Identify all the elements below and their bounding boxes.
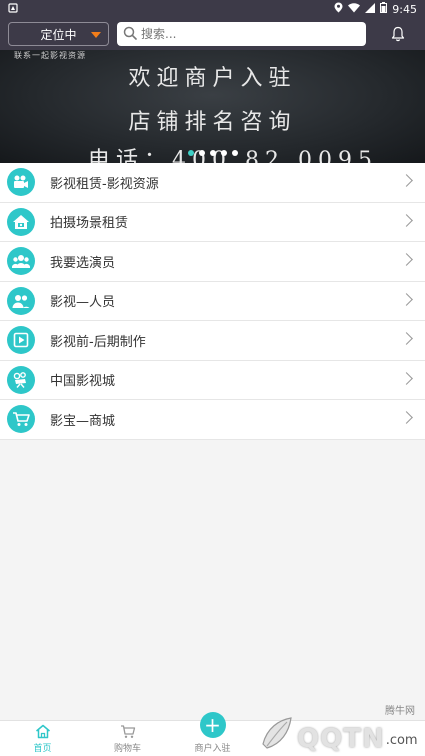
carousel-dot[interactable] [187, 150, 194, 156]
notification-icon [8, 2, 18, 16]
search-input[interactable] [141, 27, 341, 41]
video-camera-icon [7, 168, 35, 197]
banner-line-1: 欢迎商户入驻 [128, 66, 297, 91]
watermark-domain: .com [385, 733, 418, 748]
tab-merchant-join[interactable]: + 商户入驻 [170, 712, 255, 756]
leaf-logo-icon [262, 717, 292, 749]
location-label: 定位中 [40, 27, 77, 42]
watermark-small-text: 腾牛网 [385, 706, 415, 717]
list-item-label: 拍摄场景租赁 [50, 216, 129, 232]
film-city-icon [7, 365, 35, 394]
shopping-cart-icon [7, 405, 35, 434]
carousel-dot[interactable] [220, 150, 227, 156]
tab-label: 首页 [33, 744, 52, 754]
list-item-label: 影视前-后期制作 [50, 334, 146, 350]
actors-group-icon [7, 247, 35, 276]
tab-label: 购物车 [113, 744, 141, 754]
list-item-film-city[interactable]: 中国影视城 [0, 360, 425, 400]
bell-icon[interactable] [388, 24, 408, 44]
location-pin-icon [334, 2, 343, 16]
promo-banner[interactable]: 联系一起影视资源 欢迎商户入驻 店铺排名咨询 电话：400 82 0095 [0, 50, 425, 163]
chevron-right-icon [400, 213, 413, 227]
status-time: 9:45 [392, 2, 417, 16]
film-play-icon [7, 326, 35, 355]
home-icon [35, 722, 51, 740]
chevron-right-icon [400, 292, 413, 306]
status-bar: 9:45 [0, 0, 425, 18]
tab-cart[interactable]: 购物车 [85, 721, 170, 756]
cart-icon [120, 722, 136, 740]
top-header: 定位中 [0, 18, 425, 50]
chevron-right-icon [400, 332, 413, 345]
carousel-dot[interactable] [209, 150, 216, 156]
list-item-label: 影视—人员 [50, 295, 116, 311]
location-selector[interactable]: 定位中 [8, 22, 109, 46]
list-item-cast-actors[interactable]: 我要选演员 [0, 242, 425, 282]
signal-icon [365, 2, 376, 16]
tab-label: 商户入驻 [194, 744, 231, 754]
banner-line-2: 店铺排名咨询 [128, 110, 297, 135]
status-indicators: 9:45 [334, 2, 417, 16]
plus-icon: + [199, 712, 226, 738]
carousel-dot[interactable] [231, 150, 238, 156]
watermark: 腾牛网 QQTN .com [259, 702, 419, 754]
chevron-right-icon [400, 253, 413, 266]
people-icon [7, 286, 35, 315]
carousel-dot[interactable] [198, 150, 205, 156]
chevron-right-icon [400, 174, 413, 187]
chevron-right-icon [400, 411, 413, 424]
category-list: 影视租赁-影视资源 拍摄场景租赁 我要选演员 影视—人员 影视前-后期制作 中国 [0, 163, 425, 440]
scene-house-icon [7, 207, 35, 236]
carousel-dots [0, 150, 425, 156]
search-icon [123, 26, 137, 43]
list-item-label: 中国影视城 [50, 374, 116, 390]
list-item-film-rental[interactable]: 影视租赁-影视资源 [0, 163, 425, 203]
list-item-label: 我要选演员 [50, 255, 116, 271]
watermark-brand: QQTN [297, 724, 385, 754]
list-item-label: 影宝—商城 [50, 413, 116, 429]
list-item-film-staff[interactable]: 影视—人员 [0, 281, 425, 321]
tab-home[interactable]: 首页 [0, 721, 85, 756]
list-item-post-production[interactable]: 影视前-后期制作 [0, 321, 425, 361]
wifi-icon [348, 2, 361, 16]
list-item-label: 影视租赁-影视资源 [50, 176, 159, 192]
list-item-mall[interactable]: 影宝—商城 [0, 400, 425, 440]
chevron-right-icon [400, 371, 413, 385]
list-item-scene-rental[interactable]: 拍摄场景租赁 [0, 202, 425, 242]
caret-down-icon [91, 32, 101, 38]
search-box[interactable] [117, 22, 366, 46]
battery-icon [380, 2, 388, 16]
bottom-tab-bar: 首页 购物车 + 商户入驻 腾牛网 QQTN .com [0, 706, 425, 756]
